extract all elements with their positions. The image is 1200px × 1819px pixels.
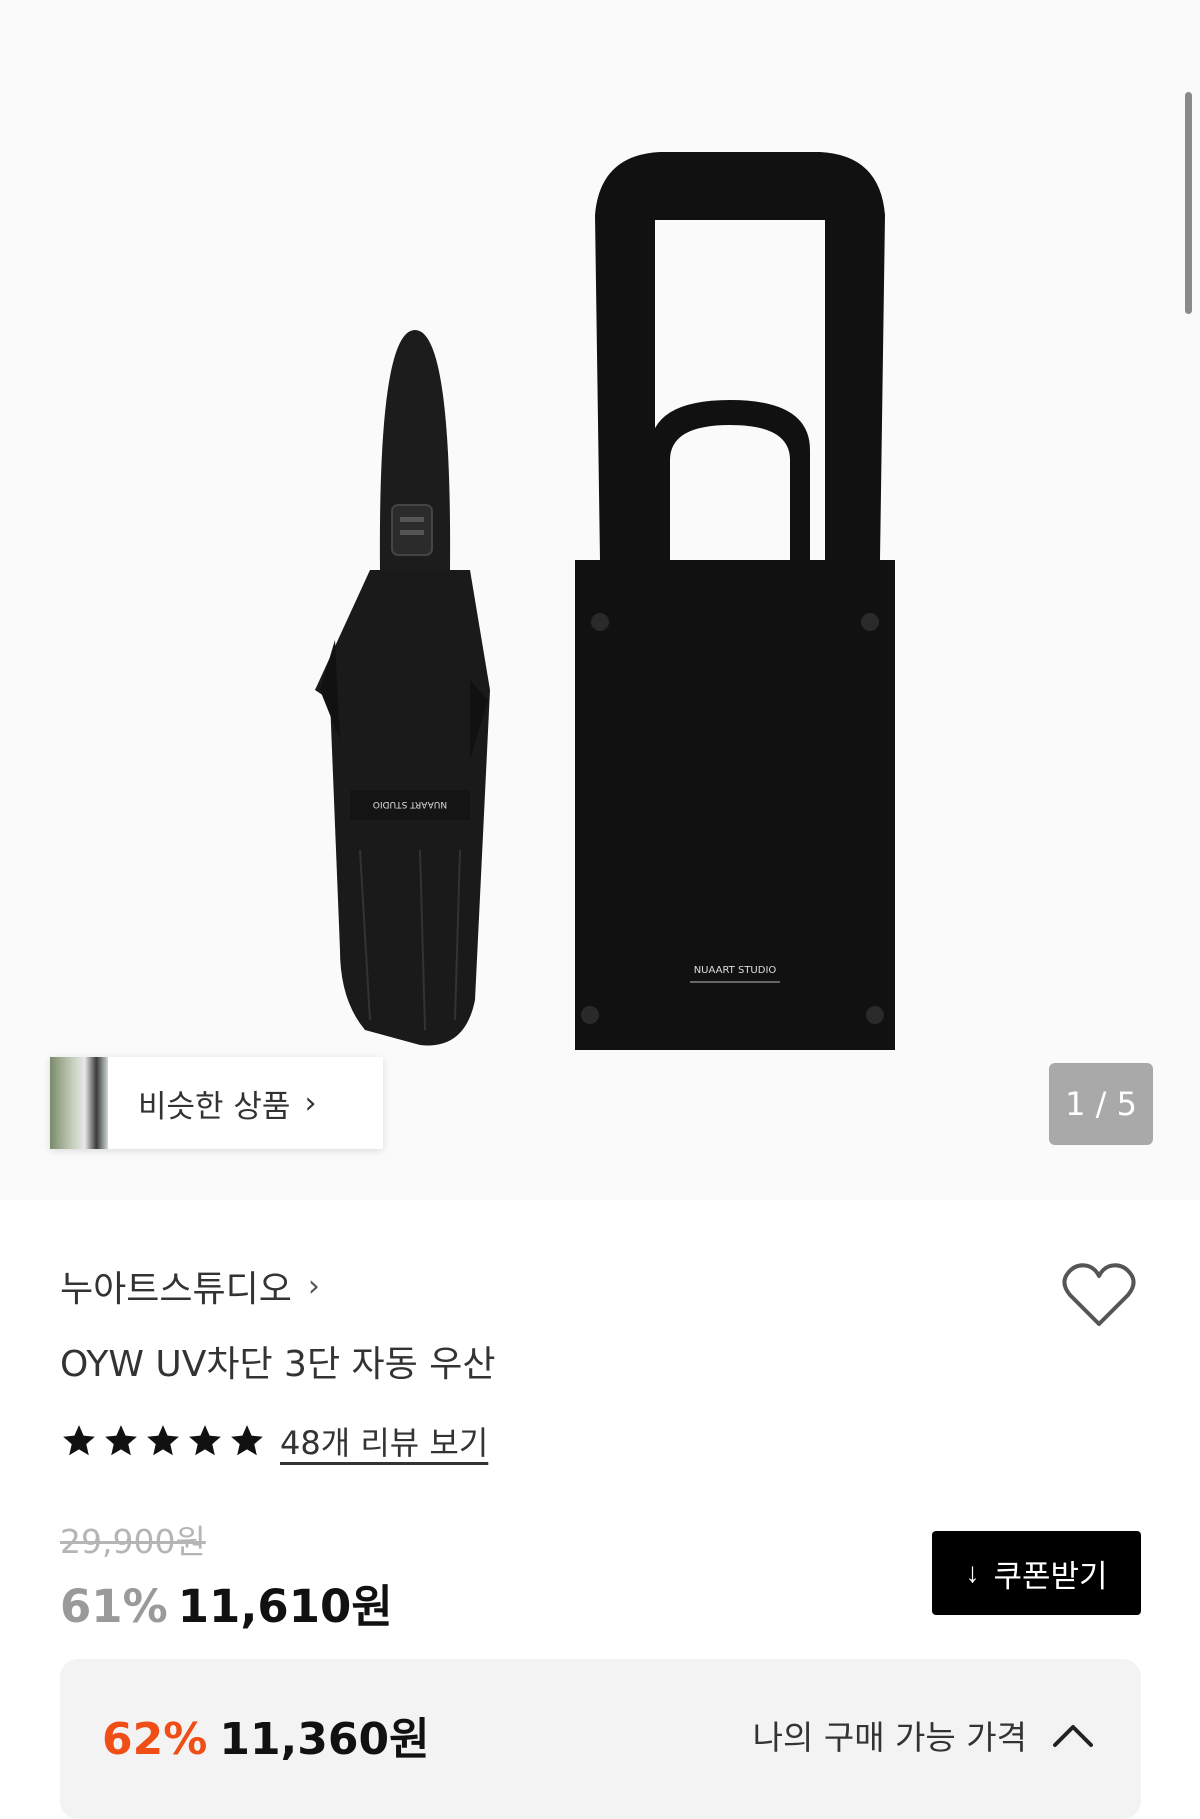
my-price-toggle[interactable]: 나의 구매 가능 가격 — [753, 1711, 1095, 1759]
star-icon — [189, 1425, 221, 1456]
sale-price: 11,610원 — [177, 1580, 393, 1633]
star-icon — [105, 1425, 137, 1456]
coupon-label: 쿠폰받기 — [993, 1558, 1108, 1594]
my-price-panel[interactable]: 62% 11,360원 나의 구매 가능 가격 — [60, 1659, 1141, 1819]
discount-rate: 61% — [60, 1580, 168, 1633]
svg-text:NUAART STUDIO: NUAART STUDIO — [373, 799, 447, 809]
coupon-download-button[interactable]: ↓ 쿠폰받기 — [932, 1531, 1141, 1615]
price-row: 61% 11,610원 — [60, 1570, 393, 1635]
star-icon — [231, 1425, 263, 1456]
my-discount-rate: 62% — [102, 1714, 208, 1765]
product-title: OYW UV차단 3단 자동 우산 — [60, 1344, 496, 1385]
chevron-up-icon — [1053, 1725, 1093, 1747]
brand-name: 누아트스튜디오 — [60, 1269, 292, 1310]
chevron-right-icon: › — [307, 1268, 320, 1304]
similar-products-button[interactable]: 비슷한 상품 › — [50, 1057, 383, 1149]
review-link[interactable]: 48개 리뷰 보기 — [280, 1418, 488, 1464]
product-photo: NUAART STUDIO NUAART STUDIO — [315, 152, 895, 1050]
chevron-right-icon: › — [304, 1085, 317, 1121]
star-icon — [147, 1425, 179, 1456]
original-price: 29,900원 — [60, 1522, 206, 1561]
product-image-gallery[interactable]: NUAART STUDIO NUAART STUDIO 비슷한 상품 › 1 /… — [0, 0, 1200, 1200]
similar-products-label: 비슷한 상품 — [138, 1088, 291, 1125]
star-icon — [63, 1425, 95, 1456]
brand-link[interactable]: 누아트스튜디오 › — [60, 1260, 320, 1312]
rating-stars — [60, 1422, 266, 1460]
similar-product-thumbnail — [50, 1057, 108, 1149]
image-counter: 1 / 5 — [1049, 1063, 1153, 1145]
heart-icon[interactable] — [1062, 1262, 1136, 1328]
my-price-label: 나의 구매 가능 가격 — [752, 1718, 1027, 1757]
my-price-values: 62% 11,360원 — [102, 1703, 430, 1767]
svg-text:NUAART STUDIO: NUAART STUDIO — [694, 965, 777, 976]
my-price: 11,360원 — [219, 1714, 430, 1765]
rating-row: 48개 리뷰 보기 — [60, 1418, 488, 1464]
download-icon: ↓ — [965, 1557, 980, 1588]
scrollbar[interactable] — [1185, 92, 1192, 314]
